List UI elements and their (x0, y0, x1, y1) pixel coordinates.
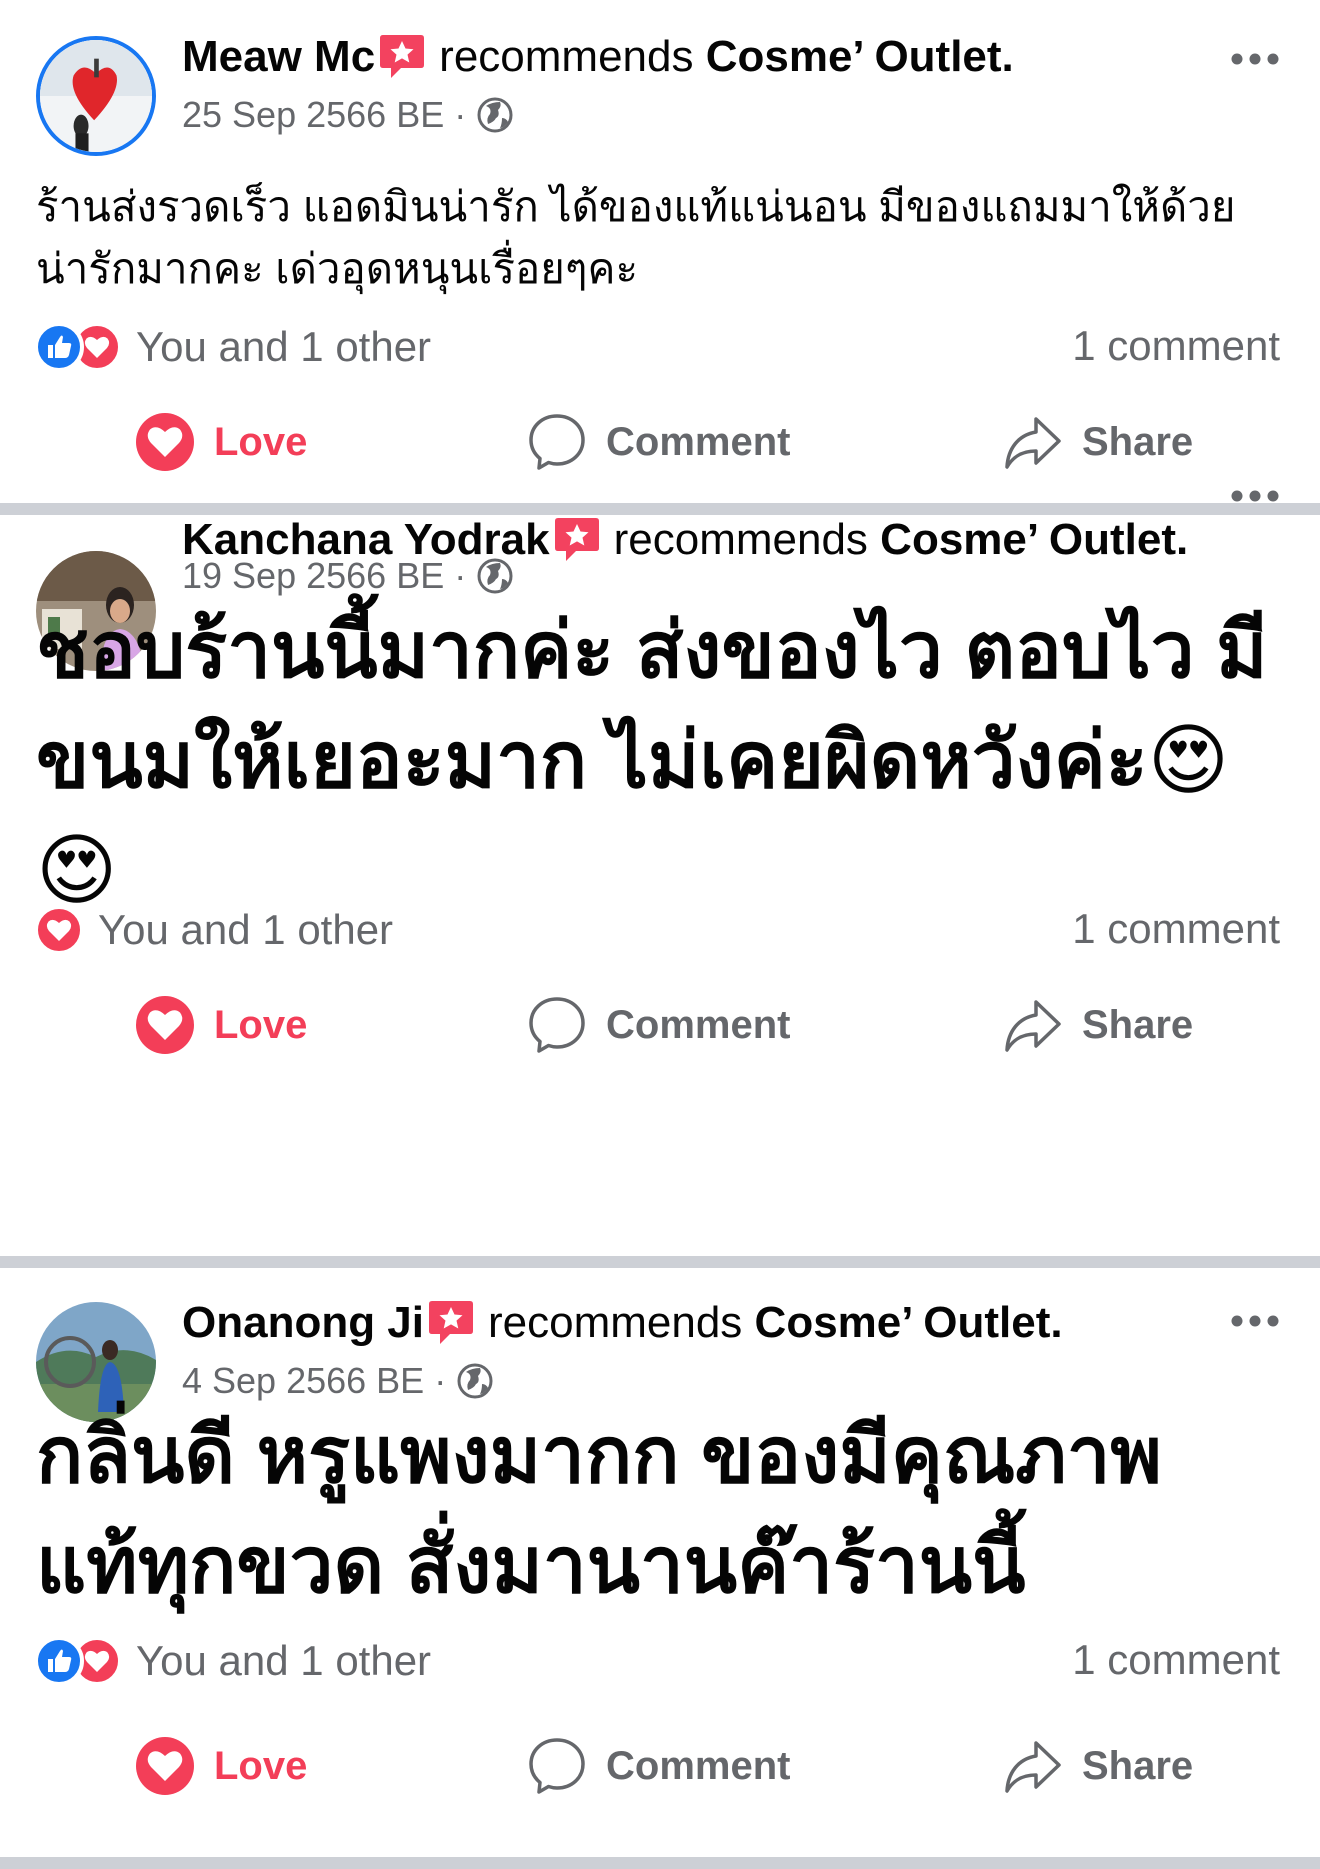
comment-button[interactable]: Comment (526, 1726, 790, 1806)
meta-separator: · (454, 94, 467, 135)
more-dots-icon[interactable] (1230, 52, 1280, 66)
comment-count[interactable]: 1 comment (1072, 905, 1280, 953)
post-meta: 4 Sep 2566 BE · (182, 1360, 494, 1402)
post-text: กลิ่นดี หรูแพงมากก ของมีคุณภาพ แท้ทุกขวด… (36, 1411, 1162, 1609)
post-header: Meaw Mc recommends Cosme’ Outlet. (182, 26, 1210, 88)
share-button[interactable]: Share (1002, 402, 1193, 482)
page-name[interactable]: Cosme’ Outlet. (706, 32, 1014, 81)
post-card: Onanong Ji recommends Cosme’ Outlet. 4 Se… (0, 1268, 1320, 1869)
action-bar: Love Comment Share (0, 402, 1320, 482)
comment-button[interactable]: Comment (526, 402, 790, 482)
meta-separator: · (454, 555, 467, 596)
globe-icon (476, 557, 514, 595)
reactions-summary[interactable]: You and 1 other (34, 905, 393, 955)
love-reaction-icon (34, 905, 84, 955)
comment-label: Comment (606, 1002, 791, 1047)
post-divider (0, 1256, 1320, 1268)
post-text: ชอบร้านนี้มากค่ะ ส่งของไว ตอบไว มีขนมให้… (36, 606, 1268, 914)
author-name[interactable]: Onanong Ji (182, 1298, 424, 1347)
comment-count[interactable]: 1 comment (1072, 322, 1280, 370)
share-icon (1002, 994, 1064, 1056)
meta-separator: · (434, 1360, 447, 1401)
recommend-star-icon (554, 516, 600, 564)
like-reaction-icon (34, 1636, 84, 1686)
recommends-label: recommends (488, 1298, 743, 1347)
globe-icon (476, 96, 514, 134)
share-button[interactable]: Share (1002, 1726, 1193, 1806)
share-label: Share (1082, 1002, 1194, 1047)
comment-icon (526, 411, 588, 473)
comment-icon (526, 994, 588, 1056)
post-date[interactable]: 19 Sep 2566 BE (182, 555, 444, 597)
comment-label: Comment (606, 1743, 791, 1788)
action-bar: Love Comment Share (0, 1726, 1320, 1806)
post-meta: 25 Sep 2566 BE · (182, 94, 514, 136)
share-icon (1002, 1735, 1064, 1797)
comment-label: Comment (606, 419, 791, 464)
recommend-star-icon (428, 1299, 474, 1347)
share-label: Share (1082, 419, 1194, 464)
love-button[interactable]: Love (134, 402, 307, 482)
post-date[interactable]: 25 Sep 2566 BE (182, 94, 444, 136)
recommends-label: recommends (439, 32, 694, 81)
reactions-summary[interactable]: You and 1 other (34, 322, 431, 372)
love-label: Love (214, 419, 308, 464)
love-reaction-icon (134, 994, 196, 1056)
action-bar: Love Comment Share (0, 985, 1320, 1065)
comment-icon (526, 1735, 588, 1797)
post-text: ร้านส่งรวดเร็ว แอดมินน่ารัก ได้ของแท้แน่… (36, 183, 1236, 292)
post-divider (0, 1857, 1320, 1869)
love-button[interactable]: Love (134, 985, 307, 1065)
post-date[interactable]: 4 Sep 2566 BE (182, 1360, 424, 1402)
love-reaction-icon (134, 1735, 196, 1797)
reactions-text: You and 1 other (136, 1637, 432, 1684)
love-button[interactable]: Love (134, 1726, 307, 1806)
like-reaction-icon (34, 322, 84, 372)
post-meta: 19 Sep 2566 BE · (182, 555, 514, 597)
page-name[interactable]: Cosme’ Outlet. (755, 1298, 1063, 1347)
more-dots-icon[interactable] (1230, 489, 1280, 503)
share-button[interactable]: Share (1002, 985, 1193, 1065)
comment-count[interactable]: 1 comment (1072, 1636, 1280, 1684)
comment-button[interactable]: Comment (526, 985, 790, 1065)
reactions-text: You and 1 other (98, 906, 394, 953)
love-label: Love (214, 1002, 308, 1047)
more-dots-icon[interactable] (1230, 1314, 1280, 1328)
recommends-label: recommends (613, 515, 868, 564)
share-icon (1002, 411, 1064, 473)
post-header: Onanong Ji recommends Cosme’ Outlet. (182, 1292, 1210, 1354)
author-name[interactable]: Meaw Mc (182, 32, 375, 81)
love-reaction-icon (134, 411, 196, 473)
post-card: Meaw Mc recommends Cosme’ Outlet. 25 Sep … (0, 0, 1320, 500)
post-card: Kanchana Yodrak recommends Cosme’ Outlet.… (0, 515, 1320, 1255)
love-label: Love (214, 1743, 308, 1788)
share-label: Share (1082, 1743, 1194, 1788)
reactions-summary[interactable]: You and 1 other (34, 1636, 431, 1686)
reactions-text: You and 1 other (136, 323, 432, 370)
page-name[interactable]: Cosme’ Outlet. (880, 515, 1188, 564)
avatar[interactable] (36, 36, 156, 156)
recommend-star-icon (379, 33, 425, 81)
globe-icon (456, 1362, 494, 1400)
